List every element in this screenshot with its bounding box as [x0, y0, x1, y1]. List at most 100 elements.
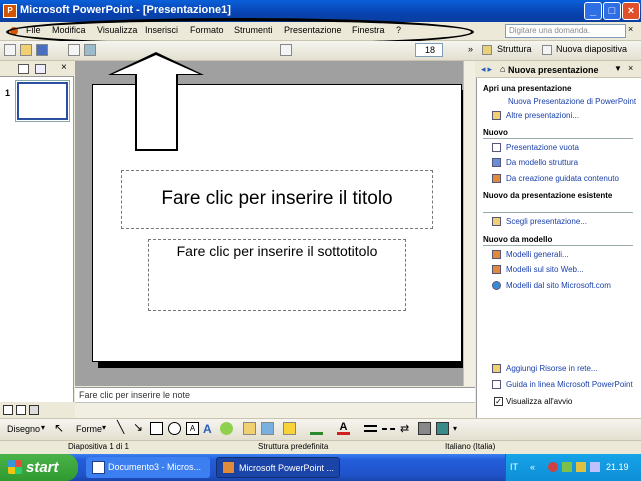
- print-icon[interactable]: [68, 44, 80, 56]
- 3d-style-icon[interactable]: [436, 422, 449, 435]
- section-divider: [483, 245, 633, 246]
- task-section-template: Nuovo da modello: [483, 235, 553, 244]
- task-link-general-templates[interactable]: Modelli generali...: [506, 250, 569, 259]
- font-icon[interactable]: [280, 44, 292, 56]
- tray-clock[interactable]: 21.19: [606, 462, 629, 472]
- font-size-select[interactable]: 18: [415, 43, 443, 57]
- diagram-icon[interactable]: [220, 422, 233, 435]
- task-link-choose-presentation[interactable]: Scegli presentazione...: [506, 217, 587, 226]
- select-pointer-icon[interactable]: ↖: [54, 421, 64, 435]
- new-icon[interactable]: [4, 44, 16, 56]
- clipart-icon[interactable]: [243, 422, 256, 435]
- dash-style-icon[interactable]: [382, 428, 395, 432]
- tray-network-icon[interactable]: [562, 462, 572, 472]
- status-language: Italiano (Italia): [445, 442, 496, 451]
- status-design: Struttura predefinita: [258, 442, 329, 451]
- drawing-toolbar-options-icon[interactable]: ▾: [453, 424, 457, 433]
- forme-dropdown-icon[interactable]: ▾: [102, 423, 106, 432]
- slide-thumbnail[interactable]: [17, 82, 68, 120]
- arrow-tool-icon[interactable]: ↘: [133, 420, 143, 434]
- preview-icon[interactable]: [84, 44, 96, 56]
- task-link-design-template[interactable]: Da modello struttura: [506, 158, 578, 167]
- struttura-icon: [482, 45, 492, 55]
- globe-icon: [492, 281, 501, 290]
- notes-placeholder: Fare clic per inserire le note: [79, 390, 191, 400]
- oval-tool-icon[interactable]: [168, 422, 181, 435]
- task-link-blank[interactable]: Presentazione vuota: [506, 143, 579, 152]
- normal-view-icon[interactable]: [3, 405, 13, 415]
- powerpoint-taskbar-icon: [222, 461, 235, 474]
- windows-logo-icon: [8, 460, 22, 474]
- help-close-icon[interactable]: ×: [628, 24, 633, 34]
- slide-sorter-icon[interactable]: [16, 405, 26, 415]
- disegno-menu[interactable]: Disegno: [7, 424, 40, 434]
- maximize-button[interactable]: □: [603, 2, 621, 20]
- task-pane-title: Nuova presentazione: [508, 65, 599, 75]
- arrow-annotation-fill: [113, 55, 199, 74]
- window-title: Microsoft PowerPoint - [Presentazione1]: [20, 4, 231, 16]
- tray-volume-icon[interactable]: [576, 462, 586, 472]
- tray-language[interactable]: IT: [510, 462, 518, 472]
- slides-pane-close-icon[interactable]: ×: [61, 62, 67, 73]
- task-pane-home-icon[interactable]: ⌂: [500, 64, 505, 74]
- line-style-icon[interactable]: [364, 425, 377, 432]
- arrow-style-icon[interactable]: ⇄: [400, 422, 413, 435]
- title-placeholder-text: Fare clic per inserire il titolo: [161, 188, 393, 209]
- section-divider: [483, 212, 633, 213]
- minimize-button[interactable]: _: [584, 2, 602, 20]
- word-icon: [92, 461, 105, 474]
- task-link-online-help[interactable]: Guida in linea Microsoft PowerPoint: [506, 380, 639, 389]
- insert-picture-icon[interactable]: [261, 422, 274, 435]
- arrow-annotation-shaft: [135, 74, 178, 151]
- subtitle-placeholder-text: Fare clic per inserire il sottotitolo: [176, 243, 378, 259]
- startup-checkbox-label: Visualizza all'avvio: [506, 397, 573, 406]
- powerpoint-app-icon[interactable]: P: [3, 4, 17, 18]
- line-color-icon[interactable]: [310, 422, 323, 435]
- tray-security-icon[interactable]: [548, 462, 558, 472]
- struttura-button[interactable]: Struttura: [497, 44, 532, 54]
- wordart-icon[interactable]: A: [203, 422, 216, 436]
- section-divider: [483, 138, 633, 139]
- open-icon[interactable]: [20, 44, 32, 56]
- disegno-dropdown-icon[interactable]: ▾: [41, 423, 45, 432]
- tab-slides[interactable]: [35, 64, 46, 74]
- close-button[interactable]: ×: [622, 2, 640, 20]
- toolbar-options-icon[interactable]: »: [468, 44, 480, 56]
- startup-checkbox[interactable]: ✓: [494, 397, 503, 406]
- help-icon: [492, 380, 501, 389]
- font-color-icon[interactable]: A: [337, 422, 350, 435]
- nuova-diapositiva-button[interactable]: Nuova diapositiva: [556, 44, 627, 54]
- tab-outline[interactable]: [18, 64, 29, 74]
- tray-messenger-icon[interactable]: [590, 462, 600, 472]
- folder-icon: [492, 111, 501, 120]
- start-label: start: [26, 459, 59, 476]
- textbox-tool-icon[interactable]: A: [186, 422, 199, 435]
- task-link-web-templates[interactable]: Modelli sul sito Web...: [506, 265, 584, 274]
- design-template-icon: [492, 158, 501, 167]
- help-question-input[interactable]: Digitare una domanda.: [505, 24, 626, 38]
- fill-color-icon[interactable]: [283, 422, 296, 435]
- task-link-other-presentations[interactable]: Altre presentazioni...: [506, 111, 636, 120]
- slideshow-icon[interactable]: [29, 405, 39, 415]
- vertical-scrollbar[interactable]: [463, 61, 475, 386]
- task-link-autocontent[interactable]: Da creazione guidata contenuto: [506, 174, 638, 183]
- tray-expand-icon[interactable]: «: [530, 462, 535, 472]
- task-section-new: Nuovo: [483, 128, 508, 137]
- save-icon[interactable]: [36, 44, 48, 56]
- task-link-new-presentation[interactable]: Nuova Presentazione di PowerPoint: [508, 97, 640, 106]
- general-templates-icon: [492, 250, 501, 259]
- task-pane-menu-icon[interactable]: ▼: [614, 64, 622, 73]
- task-section-existing: Nuovo da presentazione esistente: [483, 191, 613, 200]
- horizontal-scrollbar[interactable]: [75, 402, 475, 418]
- rectangle-tool-icon[interactable]: [150, 422, 163, 435]
- autocontent-wizard-icon: [492, 174, 501, 183]
- task-link-network-places[interactable]: Aggiungi Risorse in rete...: [506, 364, 598, 373]
- task-link-microsoft-templates[interactable]: Modelli dal sito Microsoft.com: [506, 281, 638, 290]
- task-pane-close-icon[interactable]: ×: [628, 63, 633, 73]
- task-pane-nav-icon[interactable]: ◂▸: [481, 64, 494, 75]
- line-tool-icon[interactable]: ╲: [117, 420, 124, 434]
- forme-menu[interactable]: Forme: [76, 424, 102, 434]
- shadow-icon[interactable]: [418, 422, 431, 435]
- network-places-icon: [492, 364, 501, 373]
- task-section-open: Apri una presentazione: [483, 84, 572, 93]
